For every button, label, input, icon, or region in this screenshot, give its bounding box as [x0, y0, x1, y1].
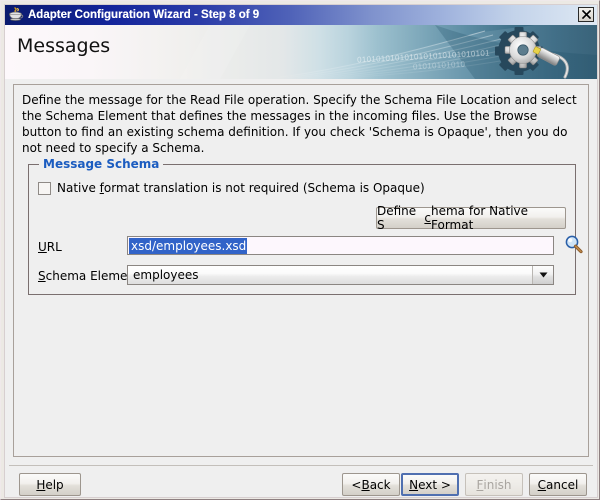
back-btn-before: <	[351, 477, 362, 492]
wizard-window: Adapter Configuration Wizard - Step 8 of…	[0, 0, 600, 500]
chk-label-after: ormat translation is not required (Schem…	[103, 181, 425, 195]
binary-decoration-bottom: 01010101010	[412, 59, 466, 72]
help-btn-mnemonic: H	[36, 477, 46, 492]
back-btn-mnemonic: B	[361, 477, 370, 492]
chk-label-before: Native	[57, 181, 100, 195]
next-button[interactable]: Next >	[401, 473, 459, 496]
page-title: Messages	[17, 35, 111, 57]
url-label-after: RL	[46, 240, 62, 254]
magnifier-icon[interactable]	[563, 234, 585, 256]
content-panel: Define the message for the Read File ope…	[13, 84, 589, 457]
native-format-checkbox-label: Native format translation is not require…	[57, 181, 425, 195]
groupbox-legend: Message Schema	[39, 157, 164, 171]
native-format-checkbox[interactable]	[38, 181, 51, 195]
back-button[interactable]: < Back	[342, 473, 400, 496]
se-label-mnemonic: S	[38, 269, 46, 283]
define-btn-mnemonic: c	[424, 211, 431, 225]
finish-button: Finish	[465, 473, 523, 496]
help-btn-after: elp	[45, 477, 64, 492]
next-btn-mnemonic: N	[409, 477, 419, 492]
define-schema-for-native-format-button[interactable]: Define S c hema for Native Format	[376, 204, 566, 232]
close-icon[interactable]	[578, 7, 594, 22]
next-btn-after: ext >	[418, 477, 451, 492]
url-label: URL	[38, 240, 62, 254]
se-label-after: chema Element	[45, 269, 140, 283]
footer-divider	[9, 465, 593, 466]
chevron-down-icon[interactable]	[532, 266, 553, 284]
cancel-btn-mnemonic: C	[537, 477, 547, 492]
finish-btn-mnemonic: F	[476, 477, 484, 492]
cancel-btn-after: ancel	[546, 477, 579, 492]
message-schema-groupbox: Message Schema Native format translation…	[28, 157, 583, 295]
help-button[interactable]: Help	[19, 473, 81, 496]
url-input[interactable]: xsd/employees.xsd	[127, 236, 554, 255]
define-btn-before: Define S	[377, 204, 417, 232]
back-btn-after: ack	[369, 477, 391, 492]
schema-element-label: Schema Element	[38, 269, 140, 283]
window-title: Adapter Configuration Wizard - Step 8 of…	[28, 9, 260, 21]
coffee-cup-icon	[8, 7, 24, 23]
finish-btn-after: inish	[483, 477, 512, 492]
wizard-banner: Messages 0101010101010101010101010101 01…	[5, 25, 597, 79]
define-btn-after: hema for Native Format	[431, 204, 529, 232]
intro-text: Define the message for the Read File ope…	[22, 92, 580, 156]
title-bar[interactable]: Adapter Configuration Wizard - Step 8 of…	[5, 5, 597, 25]
window-inner-frame: Adapter Configuration Wizard - Step 8 of…	[4, 4, 598, 498]
schema-element-select[interactable]: employees	[127, 265, 554, 285]
gear-and-cable-icon	[495, 27, 569, 79]
url-label-mnemonic: U	[38, 240, 47, 254]
schema-element-value: employees	[133, 268, 199, 282]
cancel-button[interactable]: Cancel	[529, 473, 587, 496]
native-format-checkbox-row[interactable]: Native format translation is not require…	[38, 181, 425, 195]
url-input-value: xsd/employees.xsd	[129, 237, 248, 254]
